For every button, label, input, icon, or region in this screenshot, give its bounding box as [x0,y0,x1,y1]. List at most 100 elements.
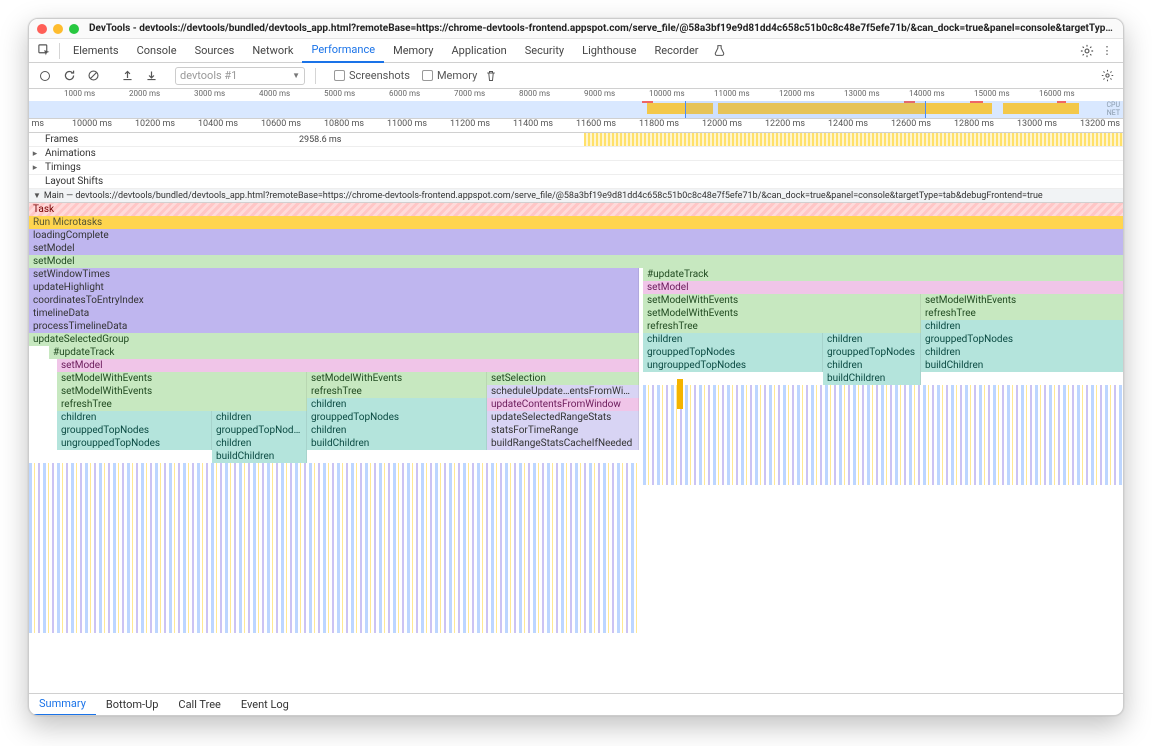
flame-bar[interactable]: children [212,411,307,424]
bottom-tab-call-tree[interactable]: Call Tree [168,694,230,716]
overview-selection[interactable] [685,101,926,118]
flame-bar[interactable]: grouppedTopNodes [921,333,1123,346]
flame-bar[interactable]: setModelWithEvents [57,372,307,385]
overview-tick: 4000 ms [259,89,290,98]
flame-bar[interactable]: children [643,333,823,346]
flame-bar[interactable]: Run Microtasks [29,216,1123,229]
ruler-tick: 12800 ms [954,119,994,129]
flame-bar[interactable]: #updateTrack [643,268,1123,281]
expand-icon[interactable]: ▸ [29,163,41,173]
trash-icon[interactable] [481,66,501,86]
flame-bar[interactable]: setModelWithEvents [643,294,921,307]
track-timings[interactable]: ▸Timings [29,161,1123,175]
flame-bar[interactable]: buildChildren [921,359,1123,372]
tab-lighthouse[interactable]: Lighthouse [573,39,645,63]
flame-bar[interactable]: setModel [29,255,1123,268]
flame-bar[interactable]: buildChildren [212,450,307,463]
flame-bar[interactable]: grouppedTopNodes [307,411,487,424]
track-frames[interactable]: Frames 2958.6 ms [29,133,1123,147]
flame-bar[interactable]: ungrouppedTopNodes [57,437,212,450]
flame-bar[interactable]: statsForTimeRange [487,424,639,437]
flame-bar[interactable]: updateSelectedGroup [29,333,639,346]
flame-bar[interactable]: children [921,346,1123,359]
tab-application[interactable]: Application [442,39,515,63]
more-icon[interactable]: ⋮ [1097,41,1117,61]
flame-bar[interactable]: grouppedTopNodes [57,424,212,437]
flame-bar[interactable]: buildRangeStatsCacheIfNeeded [487,437,639,450]
flame-bar[interactable]: loadingComplete [29,229,1123,242]
flame-bar[interactable]: coordinatesToEntryIndex [29,294,639,307]
profile-select[interactable]: devtools #1 ▼ [175,67,305,85]
flame-bar[interactable]: scheduleUpdate…entsFromWindow [487,385,639,398]
main-track-header[interactable]: ▼ Main — devtools://devtools/bundled/dev… [29,189,1123,203]
bottom-tab-bottom-up[interactable]: Bottom-Up [96,694,169,716]
reload-icon[interactable] [59,66,79,86]
science-icon[interactable] [710,41,730,61]
flame-bar[interactable]: refreshTree [643,320,921,333]
flame-bar[interactable]: setSelection [487,372,639,385]
tab-network[interactable]: Network [243,39,302,63]
flame-bar[interactable]: children [212,437,307,450]
flame-bar[interactable]: updateHighlight [29,281,639,294]
flame-bar[interactable]: setModel [29,242,1123,255]
download-icon[interactable] [141,66,161,86]
flame-bar[interactable]: setWindowTimes [29,268,639,281]
expand-icon[interactable]: ▸ [29,149,41,159]
tab-console[interactable]: Console [128,39,186,63]
flame-bar[interactable]: setModelWithEvents [57,385,307,398]
track-animations[interactable]: ▸Animations [29,147,1123,161]
flame-bar[interactable]: children [823,359,921,372]
timeline-overview[interactable]: 1000 ms2000 ms3000 ms4000 ms5000 ms6000 … [29,89,1123,119]
close-icon[interactable] [37,24,47,34]
collapse-icon[interactable]: ▼ [33,191,41,200]
flame-bar[interactable]: #updateTrack [49,346,639,359]
ruler-tick: 12000 ms [702,119,742,129]
flame-bar[interactable]: grouppedTopNodes [212,424,307,437]
flame-bar[interactable]: refreshTree [307,385,487,398]
flame-bar[interactable]: setModelWithEvents [307,372,487,385]
flame-bar[interactable]: children [921,320,1123,333]
flame-bar[interactable]: setModel [643,281,1123,294]
capture-settings-icon[interactable] [1097,66,1117,86]
flame-bar[interactable]: Task [29,203,1123,216]
record-icon[interactable] [35,66,55,86]
memory-checkbox[interactable]: Memory [422,69,477,82]
minimize-icon[interactable] [53,24,63,34]
flame-bar[interactable]: ungrouppedTopNodes [643,359,823,372]
flame-bar[interactable]: setModel [57,359,639,372]
screenshots-checkbox[interactable]: Screenshots [334,69,410,82]
flame-bar[interactable]: buildChildren [307,437,487,450]
flame-bar[interactable]: children [57,411,212,424]
settings-icon[interactable] [1077,41,1097,61]
flame-bar[interactable]: children [307,424,487,437]
tab-sources[interactable]: Sources [186,39,244,63]
flame-bar[interactable]: buildChildren [823,372,921,385]
flame-chart[interactable]: TaskRun MicrotasksloadingCompletesetMode… [29,203,1123,693]
flame-bar[interactable]: timelineData [29,307,639,320]
flame-bar[interactable]: children [823,333,921,346]
inspect-element-icon[interactable] [35,41,55,61]
bottom-tab-summary[interactable]: Summary [29,694,96,716]
tab-performance[interactable]: Performance [302,39,384,63]
flame-bar[interactable]: refreshTree [57,398,307,411]
flame-bar[interactable]: grouppedTopNodes [643,346,823,359]
flame-bar[interactable]: setModelWithEvents [921,294,1123,307]
flame-bar[interactable]: grouppedTopNodes [823,346,921,359]
upload-icon[interactable] [117,66,137,86]
overview-tick: 1000 ms [64,89,95,98]
flame-bar[interactable]: updateSelectedRangeStats [487,411,639,424]
clear-icon[interactable] [83,66,103,86]
tab-security[interactable]: Security [516,39,573,63]
tab-recorder[interactable]: Recorder [645,39,707,63]
flame-bar[interactable]: refreshTree [921,307,1123,320]
flame-bar[interactable]: processTimelineData [29,320,639,333]
track-layout-shifts[interactable]: Layout Shifts [29,175,1123,189]
flame-bar[interactable]: setModelWithEvents [643,307,921,320]
bottom-tab-event-log[interactable]: Event Log [231,694,299,716]
flame-bar[interactable]: updateContentsFromWindow [487,398,639,411]
tab-memory[interactable]: Memory [384,39,442,63]
maximize-icon[interactable] [69,24,79,34]
tab-elements[interactable]: Elements [64,39,128,63]
detail-ruler[interactable]: 9800 ms10000 ms10200 ms10400 ms10600 ms1… [29,119,1123,133]
flame-bar[interactable]: children [307,398,487,411]
